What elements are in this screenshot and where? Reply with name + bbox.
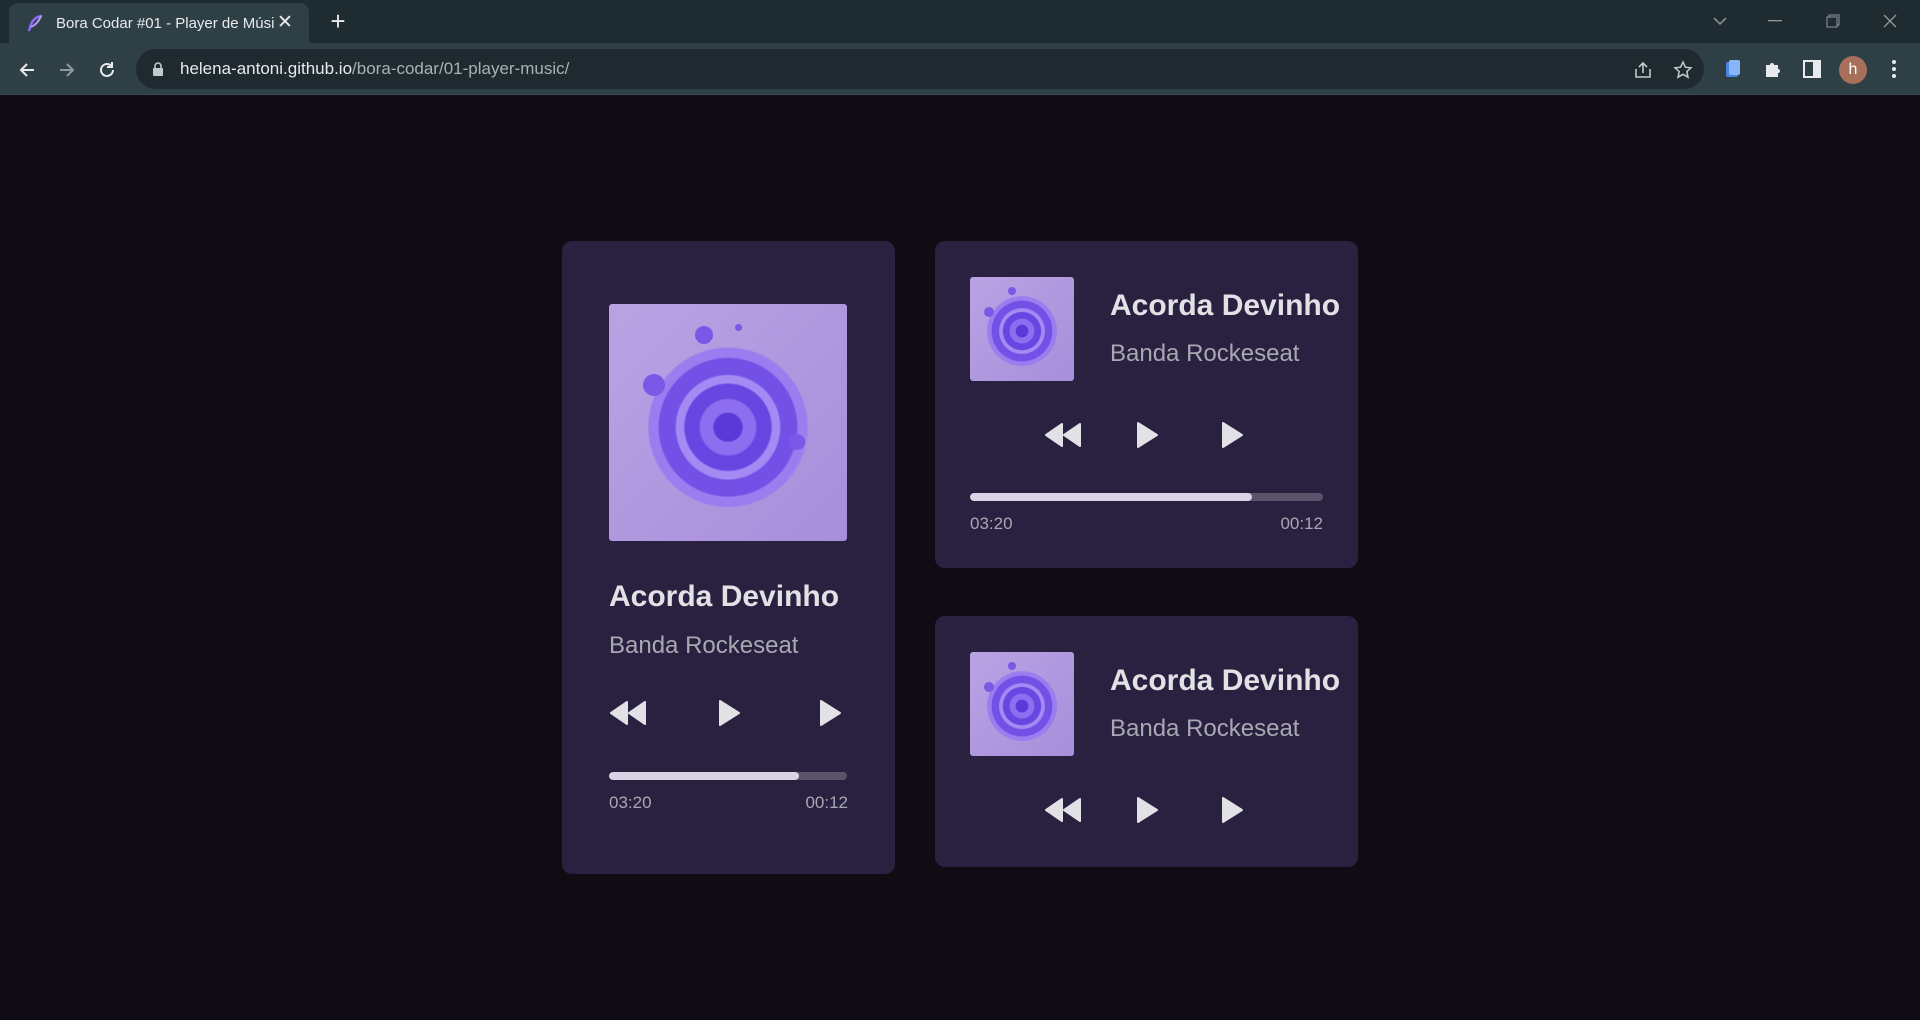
url-host: helena-antoni.github.io — [180, 59, 353, 78]
artist-name: Banda Rockeseat — [609, 632, 799, 659]
progress-fill — [970, 493, 1253, 501]
play-icon — [1137, 797, 1158, 823]
progress-fill — [609, 772, 800, 780]
forward-icon — [1222, 422, 1243, 448]
url-text[interactable]: helena-antoni.github.io/bora-codar/01-pl… — [180, 59, 569, 79]
bookmark-star-icon[interactable] — [1672, 59, 1694, 81]
tab-title: Bora Codar #01 - Player de Música — [56, 14, 275, 32]
close-window-icon[interactable] — [1870, 6, 1910, 36]
feather-favicon-icon — [27, 14, 43, 32]
progress-bar[interactable] — [970, 493, 1323, 501]
play-icon — [1137, 422, 1158, 448]
browser-tab-bar: Bora Codar #01 - Player de Música ✕ + — [0, 0, 1920, 43]
back-arrow-icon[interactable] — [12, 55, 42, 85]
song-title: Acorda Devinho — [1110, 664, 1341, 697]
forward-button[interactable] — [1210, 417, 1254, 453]
player-card-mini: Acorda Devinho Banda Rockeseat — [935, 616, 1358, 867]
play-icon — [719, 700, 740, 726]
player-card-compact: Acorda Devinho Banda Rockeseat 03:20 00:… — [935, 241, 1358, 568]
forward-button[interactable] — [1210, 792, 1254, 828]
rewind-button[interactable] — [1041, 417, 1085, 453]
share-icon[interactable] — [1632, 59, 1654, 81]
address-bar[interactable]: helena-antoni.github.io/bora-codar/01-pl… — [136, 49, 1704, 89]
browser-tab[interactable]: Bora Codar #01 - Player de Música ✕ — [9, 3, 309, 43]
album-cover-image — [609, 304, 847, 541]
tab-search-icon[interactable] — [1700, 6, 1740, 36]
elapsed-time: 03:20 — [970, 514, 1013, 533]
side-panel-icon[interactable] — [1800, 57, 1824, 81]
forward-icon — [820, 700, 841, 726]
browser-menu-icon[interactable] — [1882, 57, 1906, 81]
profile-avatar[interactable]: h — [1839, 56, 1867, 84]
minimize-icon[interactable] — [1755, 6, 1795, 36]
browser-toolbar: helena-antoni.github.io/bora-codar/01-pl… — [0, 43, 1920, 95]
play-button[interactable] — [1125, 792, 1169, 828]
album-cover-image — [970, 277, 1074, 381]
rewind-button[interactable] — [1041, 792, 1085, 828]
play-button[interactable] — [1125, 417, 1169, 453]
extension-docs-icon[interactable] — [1721, 57, 1745, 81]
elapsed-time: 03:20 — [609, 793, 652, 812]
new-tab-button[interactable]: + — [324, 8, 352, 36]
reload-icon[interactable] — [92, 55, 122, 85]
rewind-icon — [610, 701, 646, 725]
url-path: /bora-codar/01-player-music/ — [352, 59, 570, 78]
remaining-time: 00:12 — [805, 793, 848, 812]
song-title: Acorda Devinho — [1110, 289, 1341, 322]
restore-icon[interactable] — [1813, 6, 1853, 36]
forward-icon — [1222, 797, 1243, 823]
artist-name: Banda Rockeseat — [1110, 715, 1300, 742]
tab-close-icon[interactable]: ✕ — [275, 13, 295, 33]
lock-icon[interactable] — [150, 61, 166, 77]
extensions-puzzle-icon[interactable] — [1761, 57, 1785, 81]
artist-name: Banda Rockeseat — [1110, 340, 1300, 367]
rewind-icon — [1045, 798, 1081, 822]
progress-bar[interactable] — [609, 772, 847, 780]
player-card-large: Acorda Devinho Banda Rockeseat 03:20 00:… — [562, 241, 895, 874]
forward-button[interactable] — [808, 695, 852, 731]
forward-arrow-icon[interactable] — [52, 55, 82, 85]
remaining-time: 00:12 — [1280, 514, 1323, 533]
play-button[interactable] — [707, 695, 751, 731]
song-title: Acorda Devinho — [609, 580, 840, 613]
rewind-icon — [1045, 423, 1081, 447]
album-cover-image — [970, 652, 1074, 756]
rewind-button[interactable] — [606, 695, 650, 731]
